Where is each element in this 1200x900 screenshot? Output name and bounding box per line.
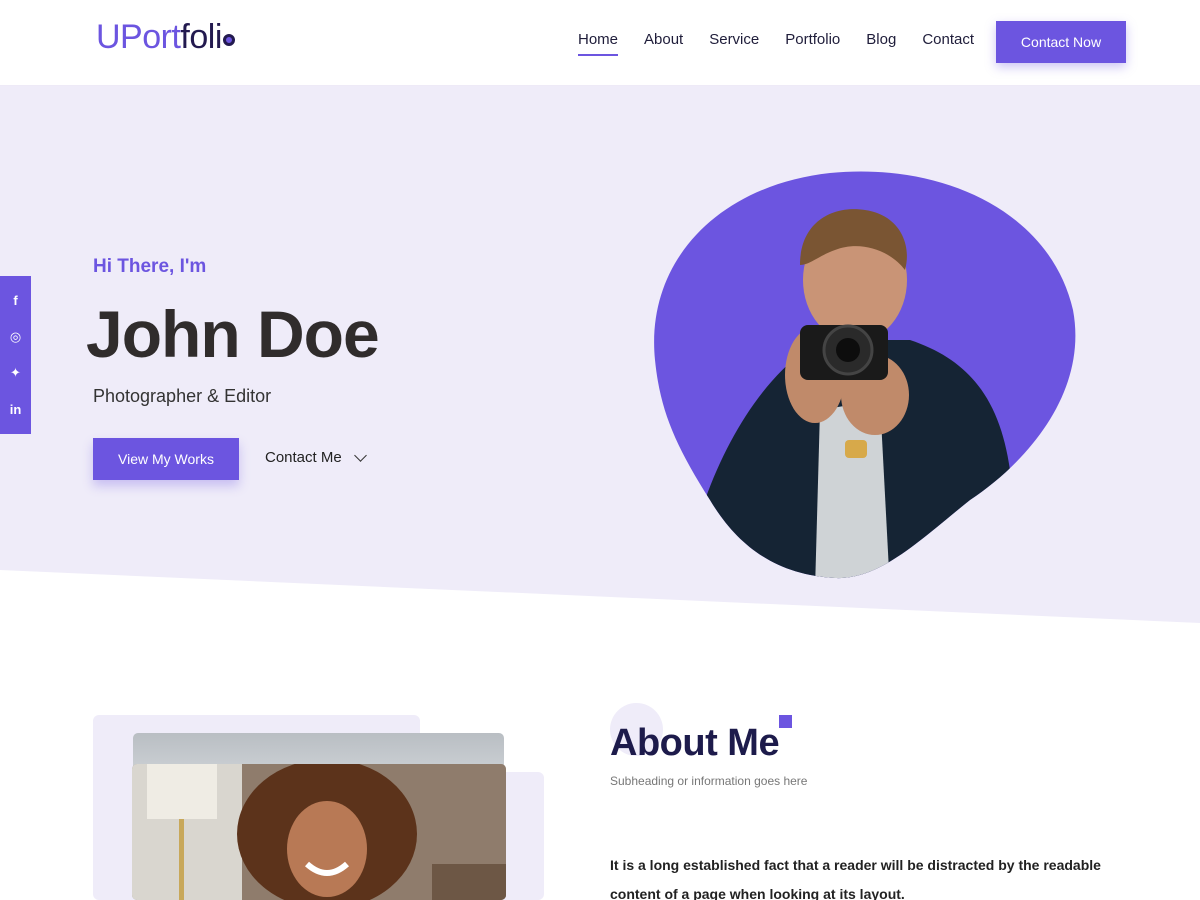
logo-text-primary: UPort <box>96 18 181 56</box>
hero-name: John Doe <box>86 297 380 371</box>
contact-me-dropdown[interactable]: Contact Me <box>265 448 367 466</box>
hero-photo <box>654 171 1076 579</box>
logo-o-mark <box>222 34 235 46</box>
about-title-decor-square <box>779 715 792 728</box>
social-sidebar: f ◎ ✦ in <box>0 276 31 434</box>
twitter-icon[interactable]: ✦ <box>6 363 26 383</box>
nav-service[interactable]: Service <box>709 31 759 56</box>
nav-blog[interactable]: Blog <box>866 31 896 56</box>
hero-greeting: Hi There, I'm <box>93 256 207 277</box>
about-title: About Me <box>610 722 780 764</box>
nav-portfolio[interactable]: Portfolio <box>785 31 840 56</box>
contact-now-button[interactable]: Contact Now <box>996 21 1126 63</box>
logo-text-secondary: foli <box>180 18 222 56</box>
about-text: It is a long established fact that a rea… <box>610 857 1101 900</box>
logo[interactable]: UPortfoli <box>96 18 235 57</box>
main-nav: Home About Service Portfolio Blog Contac… <box>578 31 1000 56</box>
about-photo <box>132 764 506 900</box>
hero-role: Photographer & Editor <box>93 386 272 406</box>
facebook-icon[interactable]: f <box>6 290 26 310</box>
about-subtitle: Subheading or information goes here <box>610 774 808 788</box>
linkedin-icon[interactable]: in <box>6 400 26 420</box>
instagram-icon[interactable]: ◎ <box>6 327 26 347</box>
nav-about[interactable]: About <box>644 31 683 56</box>
nav-contact[interactable]: Contact <box>922 31 974 56</box>
chevron-down-icon <box>353 448 367 462</box>
view-works-button[interactable]: View My Works <box>93 438 239 480</box>
contact-me-label: Contact Me <box>265 449 342 466</box>
nav-home[interactable]: Home <box>578 31 619 56</box>
site-header: UPortfoli Home About Service Portfolio B… <box>0 0 1200 85</box>
